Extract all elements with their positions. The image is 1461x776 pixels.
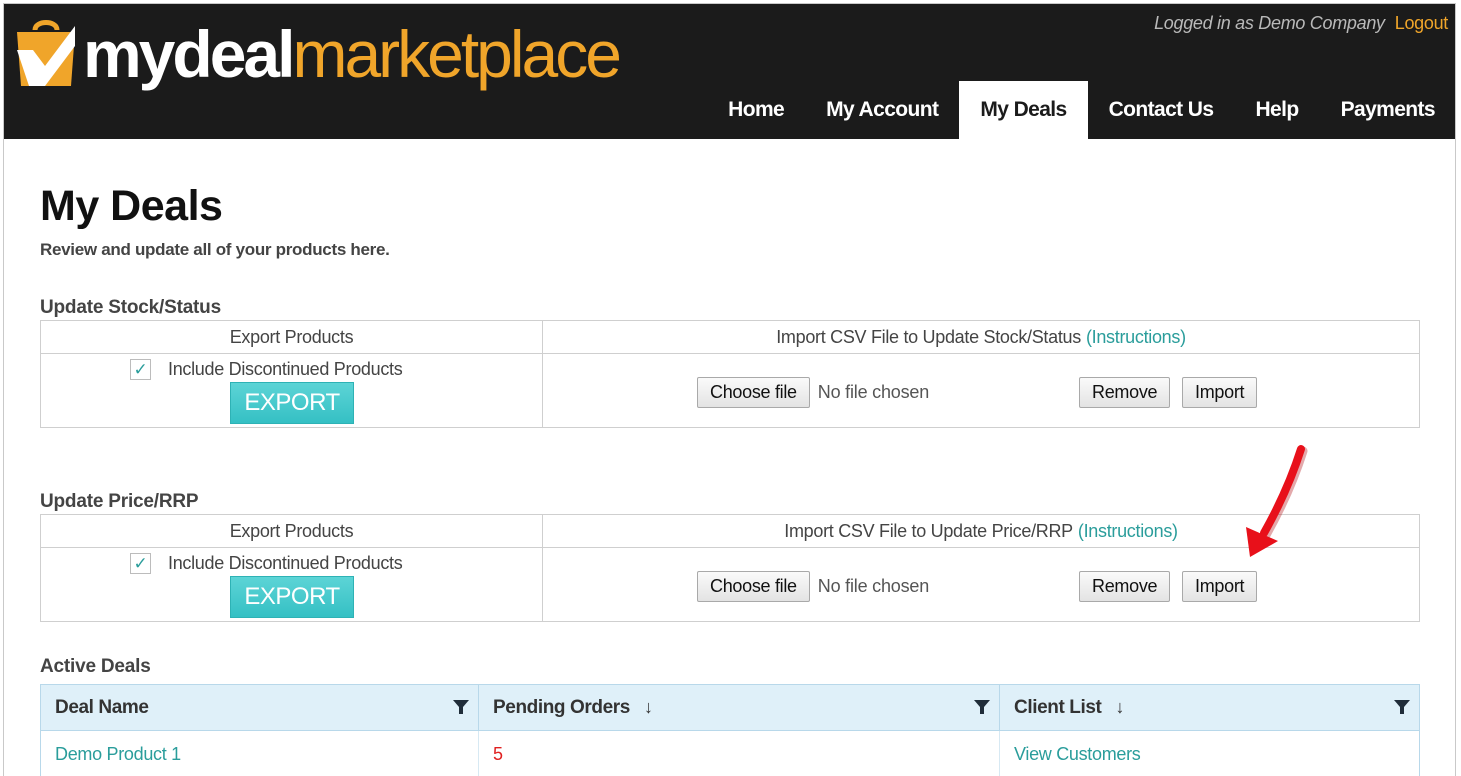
price-instructions-link[interactable]: (Instructions) bbox=[1078, 521, 1178, 542]
stock-choose-file-button[interactable]: Choose file bbox=[697, 377, 810, 408]
logo-text-marketplace: marketplace bbox=[292, 17, 621, 91]
price-export-cell: ✓ Include Discontinued Products EXPORT bbox=[41, 548, 543, 621]
main-nav: Home My Account My Deals Contact Us Help… bbox=[707, 81, 1455, 139]
stock-import-header: Import CSV File to Update Stock/Status (… bbox=[543, 321, 1419, 353]
stock-no-file-text: No file chosen bbox=[817, 382, 930, 402]
col-deal-name[interactable]: Deal Name bbox=[41, 685, 479, 730]
nav-help[interactable]: Help bbox=[1234, 81, 1319, 139]
price-table-body: ✓ Include Discontinued Products EXPORT C… bbox=[41, 548, 1419, 621]
filter-funnel-icon[interactable] bbox=[973, 698, 991, 716]
stock-table-body: ✓ Include Discontinued Products EXPORT C… bbox=[41, 354, 1419, 427]
nav-my-deals[interactable]: My Deals bbox=[959, 81, 1088, 139]
stock-include-discontinued-label: Include Discontinued Products bbox=[168, 359, 403, 379]
stock-table-header: Export Products Import CSV File to Updat… bbox=[41, 321, 1419, 354]
price-import-button[interactable]: Import bbox=[1182, 571, 1258, 602]
nav-home[interactable]: Home bbox=[707, 81, 805, 139]
stock-remove-button[interactable]: Remove bbox=[1079, 377, 1171, 408]
sort-down-icon[interactable]: ↓ bbox=[1115, 697, 1124, 718]
price-include-discontinued-checkbox[interactable]: ✓ bbox=[130, 553, 151, 574]
logo-wordmark: mydealmarketplace bbox=[83, 10, 622, 98]
stock-include-discontinued: ✓ Include Discontinued Products bbox=[130, 359, 403, 380]
stock-instructions-link[interactable]: (Instructions) bbox=[1086, 327, 1186, 348]
page-subtitle: Review and update all of your products h… bbox=[40, 240, 390, 259]
price-update-table: Export Products Import CSV File to Updat… bbox=[40, 514, 1420, 622]
col-client-list-label: Client List bbox=[1014, 696, 1102, 718]
checkmark-icon: ✓ bbox=[133, 553, 148, 573]
stock-import-button[interactable]: Import bbox=[1182, 377, 1258, 408]
table-row: Demo Product 1 5 View Customers bbox=[41, 731, 1419, 776]
price-choose-file-button[interactable]: Choose file bbox=[697, 571, 810, 602]
active-deals-title: Active Deals bbox=[40, 656, 151, 677]
logged-in-text: Logged in as Demo Company bbox=[1154, 13, 1385, 33]
active-deals-grid: Deal Name Pending Orders ↓ Client List ↓… bbox=[40, 684, 1420, 776]
price-export-header: Export Products bbox=[41, 515, 543, 547]
red-arrow-icon bbox=[1246, 445, 1308, 557]
price-table-header: Export Products Import CSV File to Updat… bbox=[41, 515, 1419, 548]
filter-funnel-icon[interactable] bbox=[1393, 698, 1411, 716]
stock-export-header: Export Products bbox=[41, 321, 543, 353]
stock-export-button[interactable]: EXPORT bbox=[230, 382, 354, 424]
price-section-title: Update Price/RRP bbox=[40, 491, 199, 512]
stock-update-table: Export Products Import CSV File to Updat… bbox=[40, 320, 1420, 428]
logo-text-my: my bbox=[83, 17, 175, 91]
price-import-header-text: Import CSV File to Update Price/RRP bbox=[784, 520, 1073, 541]
col-pending-orders[interactable]: Pending Orders ↓ bbox=[479, 685, 1000, 730]
page-frame: mydealmarketplace Logged in as Demo Comp… bbox=[3, 3, 1456, 776]
stock-file-input: Choose file No file chosen bbox=[697, 377, 929, 408]
stock-import-header-text: Import CSV File to Update Stock/Status bbox=[776, 326, 1081, 347]
nav-payments[interactable]: Payments bbox=[1320, 81, 1455, 139]
price-remove-button[interactable]: Remove bbox=[1079, 571, 1171, 602]
nav-contact-us[interactable]: Contact Us bbox=[1088, 81, 1235, 139]
page-title: My Deals bbox=[40, 182, 223, 230]
price-include-discontinued: ✓ Include Discontinued Products bbox=[130, 553, 403, 574]
site-header: mydealmarketplace Logged in as Demo Comp… bbox=[4, 4, 1455, 139]
pending-orders-value: 5 bbox=[479, 731, 1000, 776]
price-no-file-text: No file chosen bbox=[817, 576, 930, 596]
stock-import-cell: Choose file No file chosen Remove Import bbox=[543, 354, 1419, 427]
price-include-discontinued-label: Include Discontinued Products bbox=[168, 553, 403, 573]
shopping-bag-check-icon bbox=[17, 20, 75, 86]
col-client-list[interactable]: Client List ↓ bbox=[1000, 685, 1419, 730]
stock-export-cell: ✓ Include Discontinued Products EXPORT bbox=[41, 354, 543, 427]
col-deal-name-label: Deal Name bbox=[55, 696, 149, 718]
nav-my-account[interactable]: My Account bbox=[805, 81, 959, 139]
grid-header: Deal Name Pending Orders ↓ Client List ↓ bbox=[41, 685, 1419, 731]
logo-text-deal: deal bbox=[172, 17, 295, 91]
price-export-button[interactable]: EXPORT bbox=[230, 576, 354, 618]
stock-section-title: Update Stock/Status bbox=[40, 297, 221, 318]
price-file-input: Choose file No file chosen bbox=[697, 571, 929, 602]
sort-down-icon[interactable]: ↓ bbox=[644, 697, 653, 718]
col-pending-orders-label: Pending Orders bbox=[493, 696, 630, 718]
view-customers-link[interactable]: View Customers bbox=[1000, 731, 1419, 776]
deal-name-link[interactable]: Demo Product 1 bbox=[41, 731, 479, 776]
checkmark-icon: ✓ bbox=[133, 359, 148, 379]
filter-funnel-icon[interactable] bbox=[452, 698, 470, 716]
stock-include-discontinued-checkbox[interactable]: ✓ bbox=[130, 359, 151, 380]
login-status: Logged in as Demo Company Logout bbox=[1154, 13, 1448, 34]
logout-link[interactable]: Logout bbox=[1395, 13, 1449, 33]
